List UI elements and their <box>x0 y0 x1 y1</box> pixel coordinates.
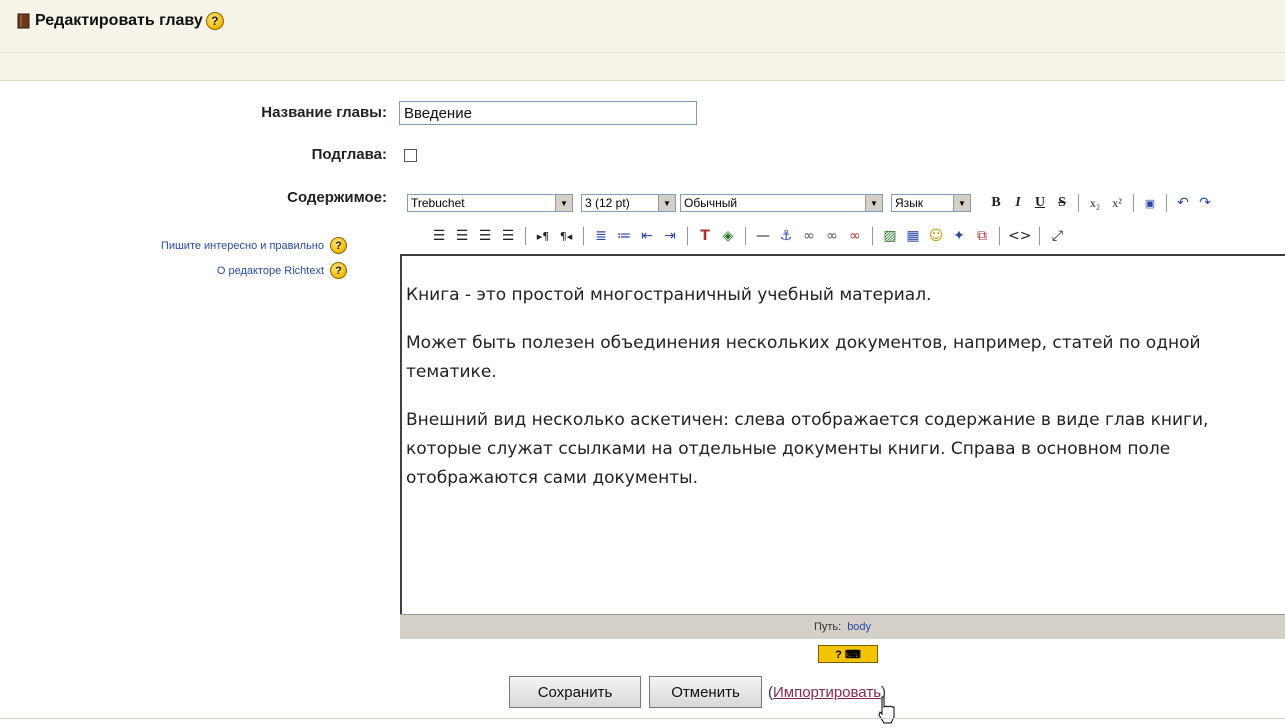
help-link-writing-label[interactable]: Пишите интересно и правильно <box>161 240 324 252</box>
keyboard-help-icon[interactable]: ? ⌨ <box>818 645 878 663</box>
ordered-list-icon[interactable]: ≣ <box>592 226 610 246</box>
smiley-icon[interactable]: ☺ <box>927 226 945 246</box>
horizontal-rule-icon[interactable]: — <box>754 226 772 246</box>
italic-icon[interactable]: I <box>1009 193 1027 213</box>
strikethrough-icon[interactable]: S <box>1053 193 1071 213</box>
editor-toolbar-row1: Trebuchet ▼ 3 (12 pt) ▼ Обычный ▼ Язык ▼… <box>400 190 1285 216</box>
language-select[interactable]: Язык ▼ <box>891 194 971 212</box>
book-icon <box>17 13 30 29</box>
align-justify-icon[interactable]: ☰ <box>499 226 517 246</box>
page-title-text: Редактировать главу <box>35 12 203 29</box>
unlink-icon[interactable]: ∞ <box>823 226 841 246</box>
editor-toolbar-row2: ☰ ☰ ☰ ☰ ▸¶ ¶◂ ≣ ≔ ⇤ ⇥ T ◈ — ⚓ ∞ ∞ ∞ ▨ ▦ … <box>430 223 1285 249</box>
superscript-icon[interactable]: x² <box>1108 193 1126 213</box>
indent-icon[interactable]: ⇥ <box>661 226 679 246</box>
anchor-icon[interactable]: ⚓ <box>777 226 795 246</box>
path-value[interactable]: body <box>847 621 871 633</box>
help-icon[interactable]: ? <box>205 12 224 30</box>
toolbar-separator <box>525 227 526 245</box>
editor-paragraph: Внешний вид несколько аскетичен: слева о… <box>406 410 1209 488</box>
toolbar-separator <box>687 227 688 245</box>
bold-icon[interactable]: B <box>987 193 1005 213</box>
html-source-icon[interactable]: <> <box>1008 226 1031 246</box>
fullscreen-icon[interactable]: ⤢ <box>1048 226 1066 246</box>
chevron-down-icon[interactable]: ▼ <box>658 195 675 211</box>
cancel-button[interactable]: Отменить <box>649 676 762 708</box>
editor-content[interactable]: Книга - это простой многостраничный учеб… <box>406 281 1266 512</box>
save-button[interactable]: Сохранить <box>509 676 641 708</box>
toolbar-separator <box>1166 194 1167 212</box>
help-icon[interactable]: ? <box>330 237 347 254</box>
align-left-icon[interactable]: ☰ <box>430 226 448 246</box>
font-size-select[interactable]: 3 (12 pt) ▼ <box>581 194 676 212</box>
font-family-value: Trebuchet <box>411 196 465 210</box>
redo-icon[interactable]: ↷ <box>1196 193 1214 213</box>
nolink-icon[interactable]: ∞ <box>846 226 864 246</box>
toolbar-separator <box>1133 194 1134 212</box>
help-icon[interactable]: ? <box>330 262 347 279</box>
align-center-icon[interactable]: ☰ <box>453 226 471 246</box>
content-label: Содержимое: <box>287 189 387 206</box>
toolbar-separator <box>745 227 746 245</box>
ltr-icon[interactable]: ▸¶ <box>534 226 552 246</box>
special-char-icon[interactable]: ✦ <box>950 226 968 246</box>
help-link-richtext[interactable]: О редакторе Richtext ? <box>217 262 347 279</box>
font-family-select[interactable]: Trebuchet ▼ <box>407 194 573 212</box>
align-right-icon[interactable]: ☰ <box>476 226 494 246</box>
outdent-icon[interactable]: ⇤ <box>638 226 656 246</box>
chevron-down-icon[interactable]: ▼ <box>555 195 572 211</box>
paragraph-style-select[interactable]: Обычный ▼ <box>680 194 883 212</box>
background-color-icon[interactable]: ◈ <box>719 226 737 246</box>
page-header: Редактировать главу ? <box>0 0 1285 81</box>
header-divider <box>0 52 1285 53</box>
toolbar-separator <box>872 227 873 245</box>
text-color-icon[interactable]: T <box>696 226 714 246</box>
image-icon[interactable]: ▨ <box>881 226 899 246</box>
underline-icon[interactable]: U <box>1031 193 1049 213</box>
editor-paragraph: Книга - это простой многостраничный учеб… <box>406 285 932 305</box>
unordered-list-icon[interactable]: ≔ <box>615 226 633 246</box>
chevron-down-icon[interactable]: ▼ <box>953 195 970 211</box>
footer-divider <box>0 718 1285 719</box>
hand-cursor-icon <box>878 696 895 724</box>
help-link-writing[interactable]: Пишите интересно и правильно ? <box>161 237 347 254</box>
toolbar-separator <box>1039 227 1041 245</box>
import-link[interactable]: Импортировать <box>773 684 881 701</box>
font-size-value: 3 (12 pt) <box>585 196 630 210</box>
page-title: Редактировать главу ? <box>17 12 224 30</box>
toolbar-separator <box>1078 194 1079 212</box>
undo-icon[interactable]: ↶ <box>1174 193 1192 213</box>
editor-paragraph: Может быть полезен объединения нескольки… <box>406 333 1201 382</box>
chapter-title-label: Название главы: <box>261 104 387 121</box>
toolbar-separator <box>999 227 1000 245</box>
toolbar-separator <box>583 227 584 245</box>
chapter-title-input[interactable] <box>399 101 697 125</box>
subchapter-label: Подглава: <box>311 146 387 163</box>
table-icon[interactable]: ▦ <box>904 226 922 246</box>
editor-statusbar: Путь: body <box>400 614 1285 639</box>
help-link-richtext-label[interactable]: О редакторе Richtext <box>217 265 324 277</box>
subchapter-checkbox[interactable] <box>404 149 417 162</box>
import-link-wrapper: (Импортировать) <box>768 684 886 701</box>
subscript-icon[interactable]: x₂ <box>1086 193 1104 213</box>
paragraph-style-value: Обычный <box>684 196 738 210</box>
language-value: Язык <box>895 196 924 210</box>
chevron-down-icon[interactable]: ▼ <box>865 195 882 211</box>
clean-word-icon[interactable]: ▣ <box>1141 193 1159 213</box>
search-replace-icon[interactable]: ⧉ <box>973 226 991 246</box>
link-icon[interactable]: ∞ <box>800 226 818 246</box>
rtl-icon[interactable]: ¶◂ <box>557 226 575 246</box>
path-label: Путь: <box>813 621 842 633</box>
